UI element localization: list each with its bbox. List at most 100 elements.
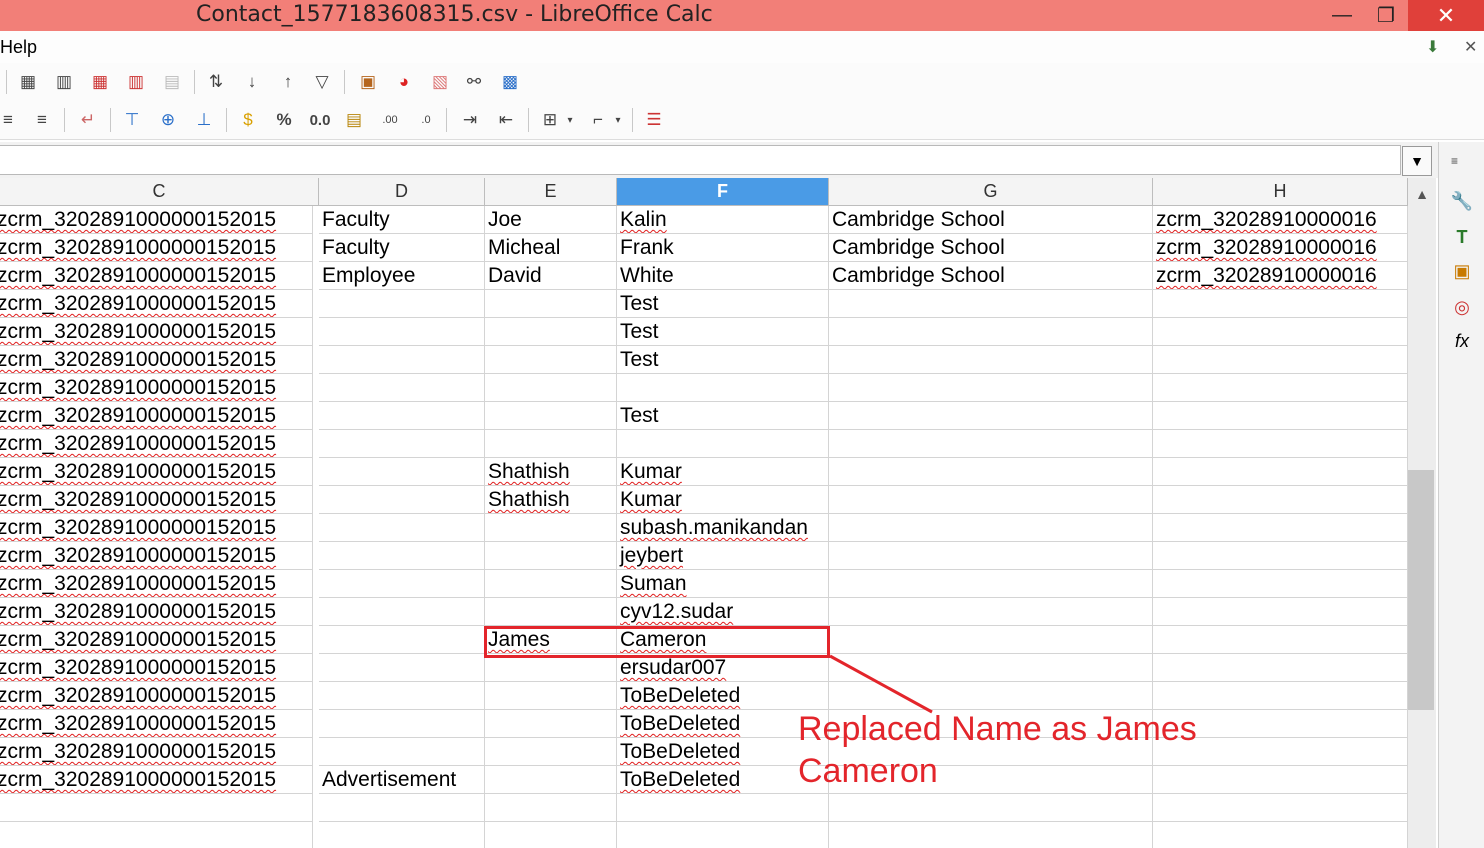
cell-f[interactable]: Test bbox=[617, 346, 829, 374]
merge-cells-icon[interactable]: ▤ bbox=[160, 70, 184, 94]
cell-h[interactable] bbox=[1153, 570, 1408, 598]
cell-h[interactable]: zcrm_32028910000016 bbox=[1153, 234, 1408, 262]
insert-row-icon[interactable]: ▦ bbox=[16, 70, 40, 94]
cell-d[interactable] bbox=[319, 458, 485, 486]
menu-help[interactable]: Help bbox=[0, 37, 37, 58]
cell-d[interactable]: Advertisement bbox=[319, 766, 485, 794]
cell-d[interactable] bbox=[319, 374, 485, 402]
align-center-icon[interactable]: ≡ bbox=[0, 108, 20, 132]
cell-h[interactable] bbox=[1153, 402, 1408, 430]
cell-d[interactable] bbox=[319, 570, 485, 598]
cell-f[interactable]: Cameron bbox=[617, 626, 829, 654]
conditional-icon[interactable]: ☰ bbox=[642, 108, 666, 132]
cell-d[interactable]: Employee bbox=[319, 262, 485, 290]
cell-g[interactable]: Cambridge School bbox=[829, 206, 1153, 234]
maximize-button[interactable]: ❐ bbox=[1364, 0, 1408, 31]
cell-d[interactable] bbox=[319, 822, 485, 848]
cell-g[interactable] bbox=[829, 598, 1153, 626]
cell-f[interactable]: White bbox=[617, 262, 829, 290]
cell-e[interactable] bbox=[485, 318, 617, 346]
cell-c[interactable]: zcrm_320289100000015201​5 bbox=[0, 430, 313, 458]
close-document-icon[interactable]: ✕ bbox=[1464, 37, 1477, 57]
cell-g[interactable] bbox=[829, 290, 1153, 318]
cell-e[interactable] bbox=[485, 542, 617, 570]
currency-icon[interactable]: $ bbox=[236, 108, 260, 132]
cell-g[interactable] bbox=[829, 402, 1153, 430]
cell-h[interactable] bbox=[1153, 514, 1408, 542]
cell-h[interactable]: zcrm_32028910000016 bbox=[1153, 262, 1408, 290]
cell-e[interactable] bbox=[485, 598, 617, 626]
cell-c[interactable]: zcrm_320289100000015201​5 bbox=[0, 514, 313, 542]
cell-f[interactable]: jeybert bbox=[617, 542, 829, 570]
cell-g[interactable] bbox=[829, 626, 1153, 654]
cell-e[interactable] bbox=[485, 402, 617, 430]
cell-g[interactable]: Cambridge School bbox=[829, 234, 1153, 262]
cell-e[interactable] bbox=[485, 710, 617, 738]
cell-g[interactable] bbox=[829, 682, 1153, 710]
cell-c[interactable]: zcrm_320289100000015201​5 bbox=[0, 206, 313, 234]
cell-f[interactable] bbox=[617, 374, 829, 402]
increase-indent-icon[interactable]: ⇥ bbox=[458, 108, 482, 132]
borders-dropdown-icon[interactable]: ▾ bbox=[564, 108, 576, 132]
cell-d[interactable] bbox=[319, 486, 485, 514]
cell-g[interactable] bbox=[829, 346, 1153, 374]
cell-d[interactable] bbox=[319, 598, 485, 626]
column-header-f[interactable]: F bbox=[617, 178, 829, 206]
cell-f[interactable]: Frank bbox=[617, 234, 829, 262]
cell-f[interactable]: subash.manikandan bbox=[617, 514, 829, 542]
cell-g[interactable] bbox=[829, 794, 1153, 822]
cell-e[interactable] bbox=[485, 738, 617, 766]
cell-c[interactable]: zcrm_320289100000015201​5 bbox=[0, 766, 313, 794]
cell-d[interactable]: Faculty bbox=[319, 206, 485, 234]
cell-g[interactable] bbox=[829, 542, 1153, 570]
cell-c[interactable] bbox=[0, 822, 313, 848]
delete-decimal-icon[interactable]: .0 bbox=[414, 108, 438, 132]
cell-c[interactable]: zcrm_320289100000015201​5 bbox=[0, 402, 313, 430]
cell-d[interactable] bbox=[319, 346, 485, 374]
cell-c[interactable]: zcrm_320289100000015201​5 bbox=[0, 626, 313, 654]
cell-d[interactable] bbox=[319, 542, 485, 570]
cell-h[interactable] bbox=[1153, 346, 1408, 374]
cell-d[interactable] bbox=[319, 318, 485, 346]
cell-c[interactable]: zcrm_320289100000015201​5 bbox=[0, 710, 313, 738]
cell-d[interactable] bbox=[319, 514, 485, 542]
cell-f[interactable]: Suman bbox=[617, 570, 829, 598]
cell-f[interactable]: Kumar bbox=[617, 486, 829, 514]
cell-e[interactable] bbox=[485, 570, 617, 598]
scrollbar-thumb[interactable] bbox=[1408, 470, 1434, 710]
sort-icon[interactable]: ⇅ bbox=[204, 70, 228, 94]
cell-g[interactable] bbox=[829, 654, 1153, 682]
cell-g[interactable] bbox=[829, 514, 1153, 542]
cell-h[interactable] bbox=[1153, 822, 1408, 848]
cell-h[interactable]: zcrm_32028910000016 bbox=[1153, 206, 1408, 234]
cell-c[interactable]: zcrm_320289100000015201​5 bbox=[0, 318, 313, 346]
cell-h[interactable] bbox=[1153, 598, 1408, 626]
cell-c[interactable]: zcrm_320289100000015201​5 bbox=[0, 374, 313, 402]
cell-c[interactable]: zcrm_320289100000015201​5 bbox=[0, 458, 313, 486]
cell-h[interactable] bbox=[1153, 794, 1408, 822]
cell-e[interactable] bbox=[485, 430, 617, 458]
align-middle-icon[interactable]: ⊕ bbox=[156, 108, 180, 132]
column-header-g[interactable]: G bbox=[829, 178, 1153, 206]
cell-e[interactable]: Micheal bbox=[485, 234, 617, 262]
column-header-h[interactable]: H bbox=[1153, 178, 1408, 206]
cell-f[interactable] bbox=[617, 794, 829, 822]
cell-f[interactable] bbox=[617, 822, 829, 848]
cell-c[interactable]: zcrm_320289100000015201​5 bbox=[0, 682, 313, 710]
cell-f[interactable]: ToBeDeleted bbox=[617, 682, 829, 710]
cell-e[interactable] bbox=[485, 766, 617, 794]
cell-f[interactable]: Test bbox=[617, 318, 829, 346]
cell-g[interactable] bbox=[829, 374, 1153, 402]
cell-e[interactable] bbox=[485, 794, 617, 822]
cell-h[interactable] bbox=[1153, 374, 1408, 402]
cell-d[interactable] bbox=[319, 626, 485, 654]
properties-icon[interactable]: 🔧 bbox=[1449, 188, 1475, 214]
date-icon[interactable]: ▤ bbox=[342, 108, 366, 132]
add-decimal-icon[interactable]: .00 bbox=[378, 108, 402, 132]
cell-h[interactable] bbox=[1153, 626, 1408, 654]
cell-g[interactable]: Cambridge School bbox=[829, 262, 1153, 290]
cell-g[interactable] bbox=[829, 318, 1153, 346]
close-button[interactable]: ✕ bbox=[1408, 0, 1484, 31]
cell-c[interactable]: zcrm_320289100000015201​5 bbox=[0, 542, 313, 570]
update-icon[interactable]: ⬇ bbox=[1426, 37, 1439, 57]
